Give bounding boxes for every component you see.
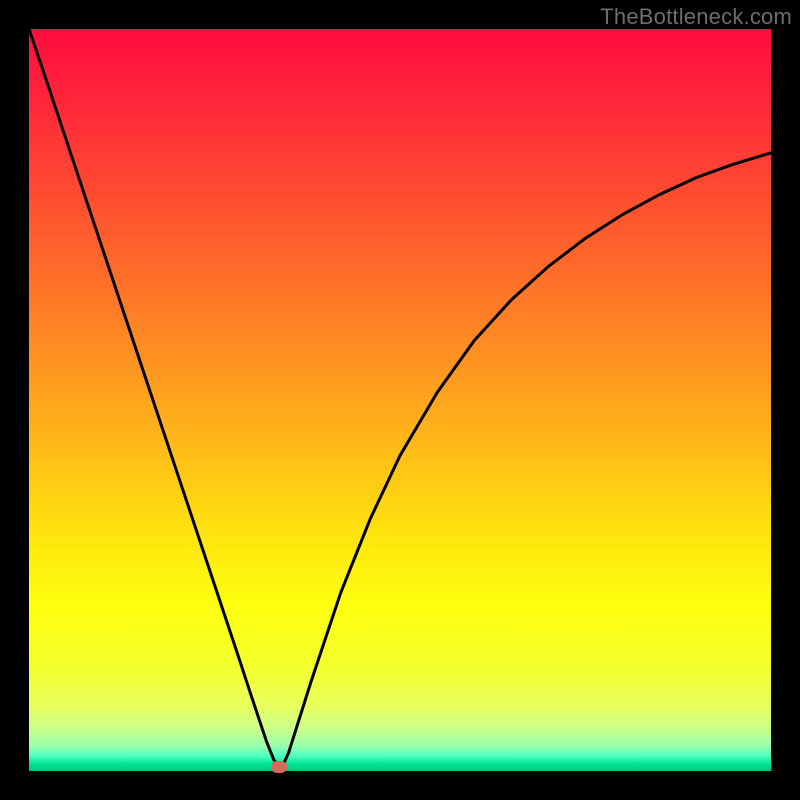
plot-area <box>29 29 771 771</box>
chart-frame: TheBottleneck.com <box>0 0 800 800</box>
watermark-text: TheBottleneck.com <box>600 4 792 30</box>
bottleneck-curve <box>29 29 771 771</box>
minimum-marker <box>271 761 287 773</box>
